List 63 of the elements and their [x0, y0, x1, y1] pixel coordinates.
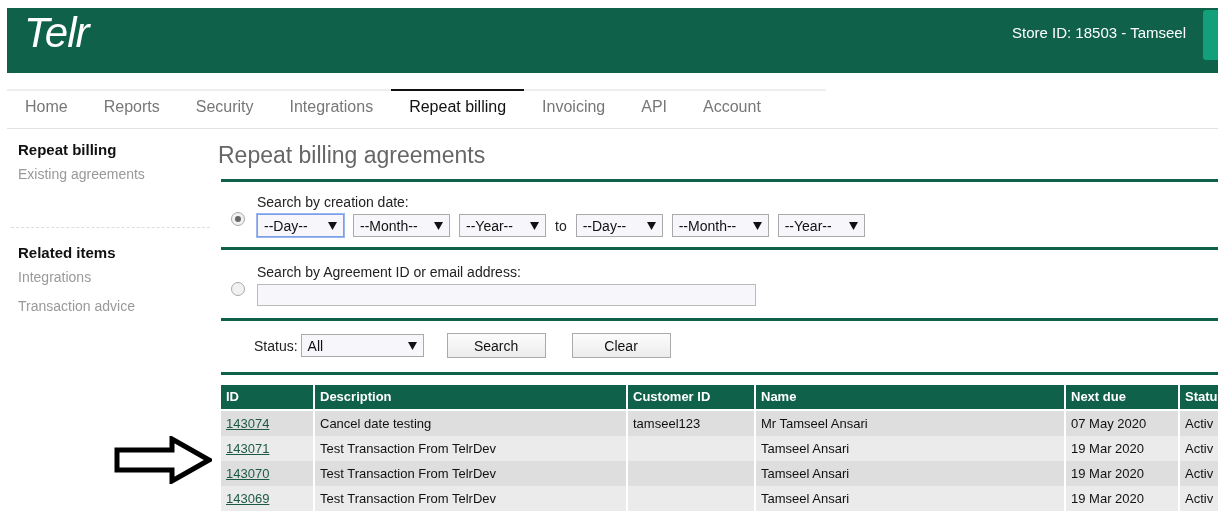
table-cell: Mr Tamseel Ansari — [756, 411, 1064, 436]
radio-button[interactable] — [231, 212, 245, 226]
nav-tab[interactable]: Security — [177, 89, 272, 119]
caret-icon — [434, 221, 443, 230]
caret-icon — [646, 221, 656, 230]
field-label: Search by Agreement ID or email address: — [257, 264, 522, 280]
caret-icon — [848, 221, 858, 230]
page-title: Repeat billing agreements — [218, 142, 487, 170]
column-header: Customer ID — [628, 385, 754, 409]
table-cell: 19 Mar 2020 — [1066, 436, 1178, 461]
logo: Telr — [24, 10, 89, 56]
column-header: Statu — [1180, 385, 1218, 409]
radio-button[interactable] — [231, 282, 245, 296]
nav-tab[interactable]: Integrations — [271, 89, 392, 119]
id-link[interactable]: 143070 — [226, 466, 270, 481]
id-link[interactable]: 143074 — [226, 416, 270, 431]
sidebar-heading: Related items — [18, 244, 117, 261]
nav-tab[interactable]: Home — [7, 89, 86, 119]
nav-tab[interactable]: Account — [685, 89, 779, 119]
table-cell: 19 Mar 2020 — [1066, 486, 1178, 511]
clear-button[interactable]: Clear — [571, 333, 671, 358]
column-header: ID — [221, 385, 313, 409]
store-id: Store ID: 18503 - Tamseel — [1012, 24, 1186, 41]
column-header: Description — [315, 385, 626, 409]
nav-tab[interactable]: API — [623, 89, 686, 119]
table-cell: tamseel123 — [628, 411, 754, 436]
caret-icon — [752, 221, 762, 230]
search-button[interactable]: Search — [446, 333, 546, 358]
table-cell: Tamseel Ansari — [756, 486, 1064, 511]
status-select[interactable]: All — [300, 334, 424, 357]
table-cell: Test Transaction From TelrDev — [315, 461, 626, 486]
table-cell: Cancel date testing — [315, 411, 626, 436]
table-cell: Tamseel Ansari — [756, 436, 1064, 461]
id-link[interactable]: 143069 — [226, 491, 270, 506]
date-select[interactable]: --Year-- — [459, 214, 546, 237]
nav-tab[interactable]: Reports — [85, 89, 178, 119]
table-cell: Activ — [1180, 436, 1218, 461]
date-select[interactable]: --Day-- — [257, 214, 344, 237]
column-header: Name — [756, 385, 1064, 409]
table-cell: Activ — [1180, 461, 1218, 486]
caret-icon — [328, 221, 337, 230]
table-cell: Test Transaction From TelrDev — [315, 486, 626, 511]
table-cell: 07 May 2020 — [1066, 411, 1178, 436]
date-select[interactable]: --Month-- — [671, 214, 769, 237]
table-cell: Activ — [1180, 411, 1218, 436]
table-cell: Activ — [1180, 486, 1218, 511]
table-cell: Tamseel Ansari — [756, 461, 1064, 486]
id-link[interactable]: 143071 — [226, 441, 270, 456]
field-label: Search by creation date: — [257, 194, 410, 210]
date-select[interactable]: --Year-- — [777, 214, 865, 237]
caret-icon — [407, 341, 417, 350]
nav-tab[interactable]: Repeat billing — [391, 89, 525, 119]
nav-tab[interactable]: Invoicing — [524, 89, 624, 119]
table-cell: 19 Mar 2020 — [1066, 461, 1178, 486]
status-label: Status: — [254, 337, 298, 354]
date-select[interactable]: --Day-- — [575, 214, 663, 237]
to-label: to — [555, 217, 567, 234]
date-select[interactable]: --Month-- — [353, 214, 450, 237]
column-header: Next due — [1066, 385, 1178, 409]
table-cell: Test Transaction From TelrDev — [315, 436, 626, 461]
search-field[interactable] — [257, 284, 756, 306]
caret-icon — [530, 221, 539, 230]
sidebar-heading: Repeat billing — [18, 141, 118, 158]
